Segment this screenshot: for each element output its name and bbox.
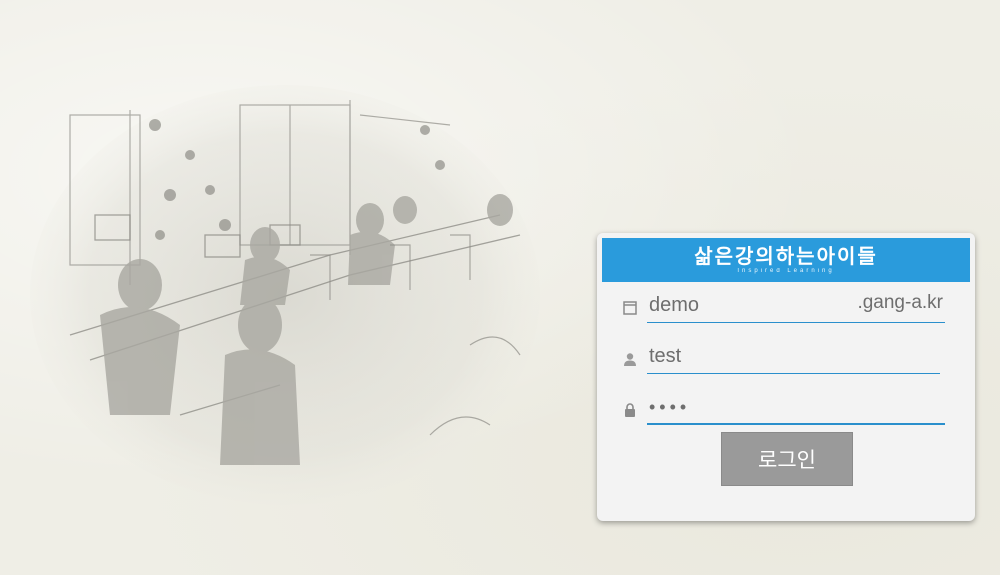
- username-field[interactable]: test: [619, 340, 949, 374]
- window-icon: [623, 301, 637, 315]
- user-icon: [624, 353, 636, 366]
- domain-field[interactable]: demo .gang-a.kr: [619, 289, 949, 323]
- domain-suffix: .gang-a.kr: [857, 292, 943, 313]
- login-panel: 삶은강의하는아이들 Inspired Learning demo .gang-a…: [597, 233, 975, 521]
- lock-icon: [625, 403, 635, 417]
- password-field[interactable]: ••••: [619, 391, 949, 425]
- login-button[interactable]: 로그인: [721, 432, 853, 486]
- domain-input[interactable]: demo: [649, 294, 699, 317]
- password-underline: [647, 423, 945, 425]
- classroom-sketch-illustration: [30, 85, 540, 505]
- login-header: 삶은강의하는아이들 Inspired Learning: [602, 238, 970, 282]
- username-input[interactable]: test: [649, 345, 681, 368]
- username-underline: [647, 373, 940, 374]
- logo: 삶은강의하는아이들: [694, 244, 878, 268]
- logo-subtext: Inspired Learning: [737, 268, 835, 274]
- domain-underline: [647, 322, 945, 323]
- password-input[interactable]: ••••: [649, 397, 690, 418]
